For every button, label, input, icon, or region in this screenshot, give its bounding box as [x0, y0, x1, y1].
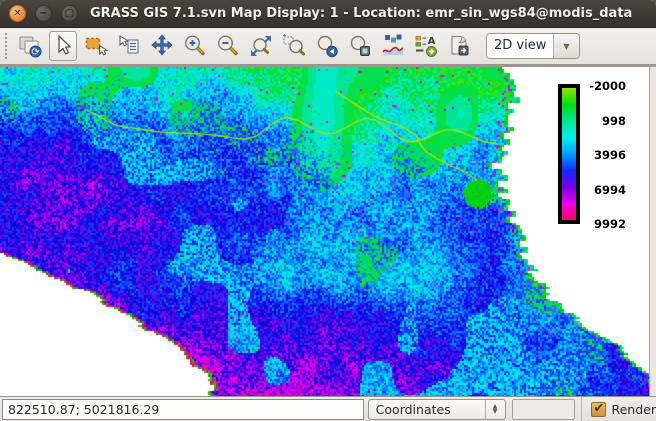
query-button[interactable] — [115, 31, 143, 61]
statusbar: 822510.87; 5021816.29 Coordinates ▲▼ Ren… — [0, 396, 656, 421]
svg-text:⟳: ⟳ — [31, 47, 40, 58]
zoom-region-button[interactable] — [280, 31, 308, 61]
zoom-in-button[interactable] — [181, 31, 209, 61]
render-checkbox-label[interactable]: Render — [611, 402, 656, 417]
window-title: GRASS GIS 7.1.svn Map Display: 1 - Locat… — [90, 6, 632, 21]
progress-panel — [512, 399, 576, 420]
legend-label: 6994 — [594, 183, 626, 197]
analyze-button[interactable] — [379, 31, 407, 61]
save-display-button[interactable] — [445, 31, 473, 61]
chevron-down-icon[interactable]: ▼ — [553, 34, 579, 58]
zoom-back-button[interactable] — [313, 31, 341, 61]
view-mode-value: 2D view — [487, 34, 553, 58]
zoom-back-icon — [314, 33, 340, 59]
query-icon — [116, 33, 142, 59]
select-region-icon — [83, 33, 109, 59]
select-region-button[interactable] — [82, 31, 110, 61]
render-checkbox[interactable] — [591, 402, 606, 417]
zoom-region-icon — [281, 33, 307, 59]
statusbar-mode-dropdown[interactable]: Coordinates ▲▼ — [368, 399, 506, 420]
legend-label: 998 — [602, 114, 626, 128]
window-edge — [649, 67, 656, 396]
render-display-button[interactable]: ⟳ — [16, 31, 44, 61]
zoom-out-button[interactable] — [214, 31, 242, 61]
zoom-extent-button[interactable] — [247, 31, 275, 61]
pan-button[interactable] — [148, 31, 176, 61]
view-mode-dropdown[interactable]: 2D view ▼ — [486, 33, 580, 59]
coordinates-field[interactable]: 822510.87; 5021816.29 — [2, 399, 364, 420]
pointer-tool-button[interactable] — [49, 31, 77, 61]
map-display-area: -2000 998 3996 6994 9992 — [0, 64, 656, 396]
render-display-icon: ⟳ — [17, 33, 43, 59]
maximize-button[interactable]: ▢ — [61, 5, 78, 22]
zoom-out-icon — [215, 33, 241, 59]
add-overlay-icon: A — [413, 33, 439, 59]
render-section: Render — [581, 397, 656, 421]
toolbar-drag-handle[interactable] — [5, 33, 12, 59]
zoom-to-map-button[interactable] — [346, 31, 374, 61]
map-display-window: ✕ − ▢ GRASS GIS 7.1.svn Map Display: 1 -… — [0, 0, 656, 421]
svg-text:A: A — [428, 36, 436, 47]
close-button[interactable]: ✕ — [9, 5, 26, 22]
zoom-to-map-icon — [347, 33, 373, 59]
add-overlay-button[interactable]: A — [412, 31, 440, 61]
legend-label: 3996 — [594, 148, 626, 162]
save-display-icon — [446, 33, 472, 59]
map-canvas[interactable] — [0, 67, 649, 396]
minimize-button[interactable]: − — [35, 5, 52, 22]
legend-labels: -2000 998 3996 6994 9992 — [590, 79, 626, 231]
zoom-in-icon — [182, 33, 208, 59]
zoom-extent-icon — [248, 33, 274, 59]
analyze-chart-icon — [380, 33, 406, 59]
statusbar-mode-value: Coordinates — [369, 400, 485, 419]
spinner-arrows-icon[interactable]: ▲▼ — [485, 400, 505, 419]
legend-label: -2000 — [589, 79, 626, 93]
titlebar: ✕ − ▢ GRASS GIS 7.1.svn Map Display: 1 -… — [0, 0, 656, 28]
legend-color-ramp — [558, 84, 580, 224]
pointer-icon — [50, 33, 76, 59]
pan-icon — [149, 33, 175, 59]
legend-label: 9992 — [594, 217, 626, 231]
toolbar: ⟳ — [0, 28, 656, 64]
